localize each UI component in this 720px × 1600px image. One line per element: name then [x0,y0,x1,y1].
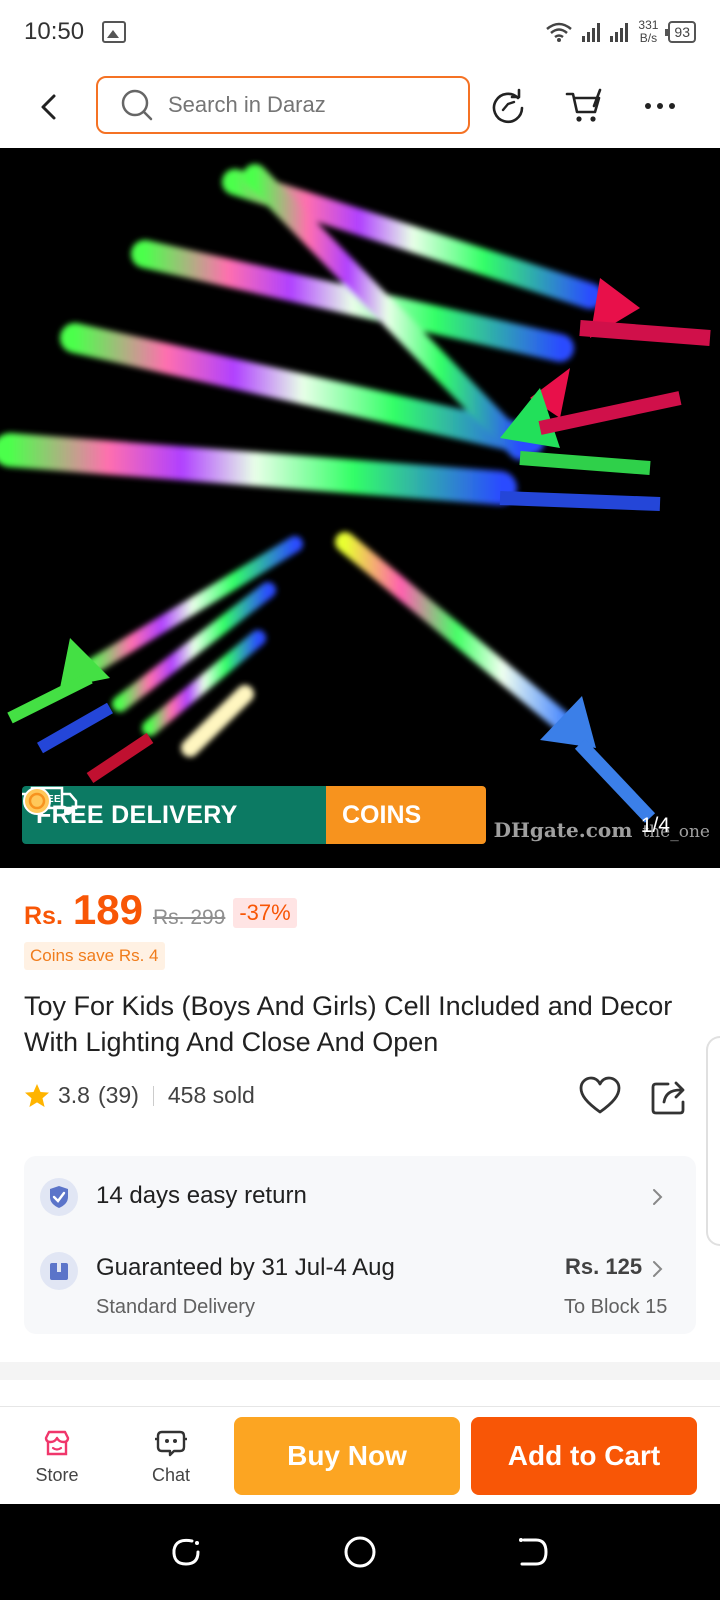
image-counter: 1/4 [640,814,670,837]
chevron-right-icon[interactable] [650,1187,664,1207]
back-nav-icon[interactable] [514,1534,550,1570]
original-price: Rs. 299 [152,906,226,929]
recent-apps-icon[interactable] [168,1534,204,1570]
divider [152,1085,154,1106]
share-icon[interactable] [650,1078,690,1116]
current-price: 189 [72,886,143,933]
coins-save-tag: Coins save Rs. 4 [24,942,165,970]
header: Search in Daraz [0,70,720,142]
cart-icon[interactable] [564,86,604,126]
net-speed: 331 B/s [638,18,659,45]
coins-badge: COINS [23,786,486,844]
side-drawer-handle[interactable] [706,1036,720,1246]
discount-badge: -37% [233,898,297,928]
status-right: 331 B/s 93 [546,19,696,45]
status-bar: 10:50 331 B/s 93 [0,0,720,64]
add-to-cart-button[interactable]: Add to Cart [471,1417,697,1495]
chat-button[interactable]: Chat [131,1429,211,1486]
service-info-box: 14 days easy return Guaranteed by 31 Jul… [24,1156,696,1334]
wishlist-heart-icon[interactable] [578,1076,622,1116]
delivery-location[interactable]: To Block 15 [564,1296,667,1319]
bottom-action-bar: Store Chat Buy Now Add to Cart [0,1406,720,1504]
section-divider [0,1362,720,1380]
battery-icon: 93 [665,21,696,43]
delivery-type: Standard Delivery [96,1296,255,1318]
product-photo [0,164,711,823]
status-time: 10:50 [24,18,85,45]
delivery-guarantee[interactable]: Guaranteed by 31 Jul-4 Aug [96,1254,395,1282]
delivery-fee: Rs. 125 [565,1254,643,1279]
price-row: Rs. 189 Rs. 299 -37% [24,886,297,934]
signal-icon-2 [610,22,629,42]
refresh-icon[interactable] [488,86,528,126]
image-watermark: DHgate.com the_one [493,818,710,842]
rating-value: 3.8 [58,1082,90,1108]
search-input[interactable]: Search in Daraz [96,76,470,134]
coins-text: COINS [342,800,422,829]
store-button[interactable]: Store [17,1429,97,1486]
store-icon [44,1430,70,1456]
system-nav-bar [0,1504,720,1600]
package-icon [40,1252,78,1290]
price-currency: Rs. [24,902,63,930]
back-icon[interactable] [34,92,64,122]
promo-banner: FREE FREE DELIVERY COINS [22,786,486,844]
coin-icon [23,787,51,815]
search-icon [121,89,153,121]
buy-now-button[interactable]: Buy Now [234,1417,460,1495]
return-policy[interactable]: 14 days easy return [96,1182,307,1210]
free-delivery-badge: FREE FREE DELIVERY [22,786,326,844]
product-title: Toy For Kids (Boys And Girls) Cell Inclu… [24,991,673,1057]
search-placeholder: Search in Daraz [168,92,326,117]
rating-row[interactable]: 3.8 (39) 458 sold [24,1082,255,1109]
home-icon[interactable] [342,1534,378,1570]
signal-icon [582,22,601,42]
more-icon[interactable] [640,86,680,126]
store-label: Store [35,1465,79,1485]
rating-count: (39) [97,1082,139,1108]
chevron-right-icon[interactable] [650,1259,664,1279]
wifi-icon [546,22,573,42]
gallery-icon [102,21,127,43]
product-image-gallery[interactable]: FREE FREE DELIVERY COINS DHgate.com the_… [0,148,720,868]
shield-check-icon [40,1178,78,1216]
chat-label: Chat [151,1465,191,1485]
star-icon [25,1083,49,1107]
sold-count: 458 sold [167,1082,255,1108]
chat-icon [155,1430,187,1457]
